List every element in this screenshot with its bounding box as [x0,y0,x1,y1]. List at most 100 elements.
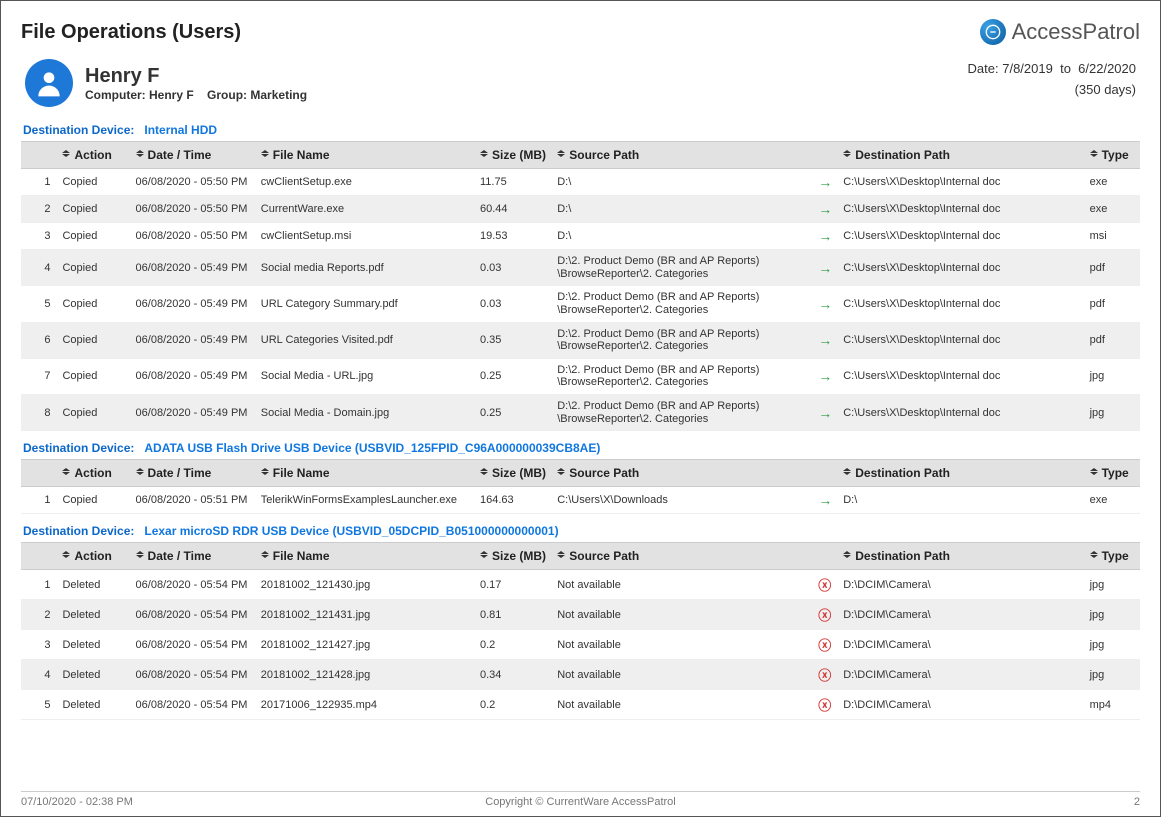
sort-icon[interactable] [1090,468,1100,478]
avatar [25,59,73,107]
user-left: Henry F Computer: Henry F Group: Marketi… [25,59,307,107]
sort-icon[interactable] [1090,551,1100,561]
cell-source-path: Not available [551,660,812,690]
col-size[interactable]: Size (MB) [474,142,551,169]
cell-type: pdf [1084,286,1140,322]
sort-icon[interactable] [557,468,567,478]
col-datetime[interactable]: Date / Time [130,543,255,570]
cell-type: jpg [1084,630,1140,660]
cell-icon: → [812,487,837,514]
brand: AccessPatrol [980,19,1140,45]
col-destination[interactable]: Destination Path [837,142,1083,169]
col-destination[interactable]: Destination Path [837,460,1083,487]
brand-icon [980,19,1006,45]
row-index: 2 [21,600,56,630]
delete-x-icon: ⓧ [818,578,831,593]
cell-destination-path: C:\Users\X\Desktop\Internal doc [837,395,1083,431]
user-text: Henry F Computer: Henry F Group: Marketi… [85,65,307,102]
col-filename[interactable]: File Name [255,460,474,487]
cell-destination-path: D:\DCIM\Camera\ [837,690,1083,720]
row-index: 8 [21,395,56,431]
sort-icon[interactable] [62,551,72,561]
sort-icon[interactable] [62,468,72,478]
col-filename[interactable]: File Name [255,543,474,570]
cell-size: 0.17 [474,570,551,600]
cell-type: msi [1084,223,1140,250]
arrow-right-icon: → [818,228,832,244]
sort-icon[interactable] [136,150,146,160]
col-datetime[interactable]: Date / Time [130,142,255,169]
col-source[interactable]: Source Path [551,460,812,487]
table-row: 6 Copied 06/08/2020 - 05:49 PM URL Categ… [21,322,1140,358]
col-action[interactable]: Action [56,142,129,169]
sort-icon[interactable] [843,551,853,561]
cell-type: jpg [1084,660,1140,690]
cell-datetime: 06/08/2020 - 05:50 PM [130,223,255,250]
arrow-right-icon: → [818,201,832,217]
delete-x-icon: ⓧ [818,698,831,713]
devices-container: Destination Device:Internal HDD Action D… [21,123,1140,720]
sort-icon[interactable] [136,551,146,561]
arrow-right-icon: → [818,296,832,312]
cell-size: 11.75 [474,169,551,196]
cell-destination-path: D:\DCIM\Camera\ [837,660,1083,690]
brand-text: AccessPatrol [1012,19,1140,45]
table-row: 5 Deleted 06/08/2020 - 05:54 PM 20171006… [21,690,1140,720]
cell-size: 0.2 [474,630,551,660]
cell-icon: ⓧ [812,690,837,720]
row-index: 5 [21,690,56,720]
cell-destination-path: D:\ [837,487,1083,514]
arrow-right-icon: → [818,368,832,384]
cell-destination-path: C:\Users\X\Desktop\Internal doc [837,169,1083,196]
cell-size: 0.03 [474,286,551,322]
device-label-text: Destination Device: [23,441,134,455]
cell-datetime: 06/08/2020 - 05:54 PM [130,600,255,630]
sort-icon[interactable] [843,468,853,478]
cell-destination-path: C:\Users\X\Desktop\Internal doc [837,286,1083,322]
cell-source-path: D:\ [551,169,812,196]
sort-icon[interactable] [843,150,853,160]
table-row: 4 Copied 06/08/2020 - 05:49 PM Social me… [21,250,1140,286]
col-type[interactable]: Type [1084,142,1140,169]
cell-size: 0.81 [474,600,551,630]
sort-icon[interactable] [480,150,490,160]
col-source[interactable]: Source Path [551,142,812,169]
sort-icon[interactable] [136,468,146,478]
sort-icon[interactable] [62,150,72,160]
cell-source-path: D:\2. Product Demo (BR and AP Reports)\B… [551,322,812,358]
col-size[interactable]: Size (MB) [474,460,551,487]
col-source[interactable]: Source Path [551,543,812,570]
row-index: 1 [21,487,56,514]
col-destination[interactable]: Destination Path [837,543,1083,570]
file-ops-table: Action Date / Time File Name Size (MB) S… [21,542,1140,720]
cell-datetime: 06/08/2020 - 05:49 PM [130,322,255,358]
table-head: Action Date / Time File Name Size (MB) S… [21,543,1140,570]
cell-size: 19.53 [474,223,551,250]
sort-icon[interactable] [261,468,271,478]
cell-filename: 20181002_121430.jpg [255,570,474,600]
sort-icon[interactable] [261,150,271,160]
table-body: 1 Copied 06/08/2020 - 05:51 PM TelerikWi… [21,487,1140,514]
sort-icon[interactable] [1090,150,1100,160]
sort-icon[interactable] [557,150,567,160]
col-type[interactable]: Type [1084,543,1140,570]
cell-action: Deleted [56,630,129,660]
cell-filename: CurrentWare.exe [255,196,474,223]
col-action[interactable]: Action [56,543,129,570]
col-datetime[interactable]: Date / Time [130,460,255,487]
cell-source-path: D:\2. Product Demo (BR and AP Reports)\B… [551,395,812,431]
sort-icon[interactable] [261,551,271,561]
row-index: 1 [21,169,56,196]
sort-icon[interactable] [480,468,490,478]
sort-icon[interactable] [557,551,567,561]
col-type[interactable]: Type [1084,460,1140,487]
col-size[interactable]: Size (MB) [474,543,551,570]
cell-action: Copied [56,358,129,394]
cell-datetime: 06/08/2020 - 05:49 PM [130,395,255,431]
cell-source-path: D:\ [551,196,812,223]
sort-icon[interactable] [480,551,490,561]
report-page: File Operations (Users) AccessPatrol Hen… [0,0,1161,817]
cell-filename: Social media Reports.pdf [255,250,474,286]
col-action[interactable]: Action [56,460,129,487]
col-filename[interactable]: File Name [255,142,474,169]
